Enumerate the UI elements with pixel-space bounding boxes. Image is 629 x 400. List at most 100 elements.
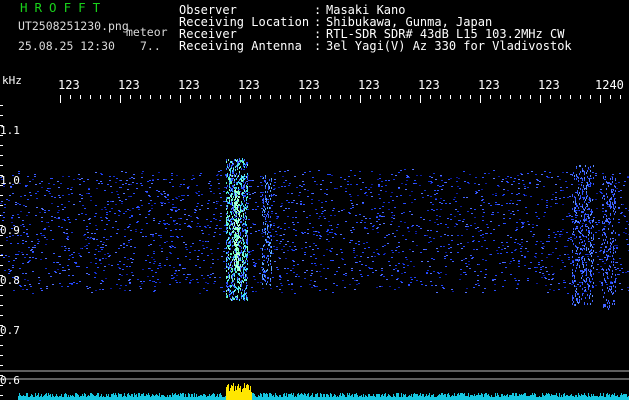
noise-dot: [536, 241, 538, 242]
meteor-echo: [228, 245, 229, 247]
noise-dot: [567, 293, 569, 294]
level-bar: [18, 383, 629, 400]
noise-dot: [61, 286, 63, 287]
meteor-echo: [236, 287, 237, 289]
meteor-echo: [574, 196, 575, 198]
meteor-echo: [603, 239, 604, 241]
noise-dot: [126, 245, 128, 246]
time-tick: [520, 95, 521, 99]
noise-dot: [217, 259, 219, 260]
meteor-echo: [270, 216, 271, 218]
noise-dot: [512, 203, 514, 204]
meteor-echo: [270, 260, 271, 262]
noise-dot: [405, 257, 407, 258]
meteor-echo: [269, 207, 270, 209]
meteor-echo: [247, 176, 248, 178]
noise-dot: [598, 230, 600, 231]
noise-dot: [23, 232, 25, 233]
noise-dot: [329, 232, 331, 233]
noise-dot: [381, 186, 383, 187]
noise-dot: [60, 183, 62, 184]
noise-dot: [381, 286, 383, 287]
noise-dot: [597, 264, 599, 265]
noise-dot: [138, 207, 140, 208]
noise-dot: [517, 200, 519, 201]
meteor-echo: [615, 274, 616, 276]
meteor-echo: [230, 190, 231, 192]
level-sample: [46, 393, 47, 400]
noise-dot: [107, 239, 109, 240]
level-sample: [584, 393, 585, 400]
noise-dot: [175, 280, 177, 281]
noise-dot: [27, 199, 29, 200]
time-tick: [100, 95, 101, 99]
noise-dot: [255, 263, 257, 264]
level-sample: [528, 396, 529, 400]
noise-dot: [1, 254, 3, 255]
noise-dot: [175, 207, 177, 208]
noise-dot: [349, 242, 351, 243]
noise-dot: [600, 250, 602, 251]
noise-dot: [102, 281, 104, 282]
level-sample: [340, 393, 341, 400]
noise-dot: [213, 202, 215, 203]
meteor-echo: [609, 222, 610, 224]
meteor-echo: [240, 227, 241, 229]
meteor-echo: [247, 268, 248, 270]
level-sample: [356, 393, 357, 400]
meteor-echo: [578, 260, 579, 262]
time-tick: [250, 95, 251, 99]
noise-dot: [100, 283, 102, 284]
meteor-echo: [575, 259, 576, 261]
meteor-echo: [581, 298, 582, 300]
noise-dot: [474, 271, 476, 272]
level-sample: [172, 393, 173, 400]
noise-dot: [121, 171, 123, 172]
level-sample: [306, 396, 307, 400]
level-sample: [372, 396, 373, 400]
meteor-echo: [246, 206, 247, 208]
level-sample: [376, 394, 377, 400]
noise-dot: [277, 217, 279, 218]
noise-dot: [407, 227, 409, 228]
noise-dot: [343, 238, 345, 239]
noise-dot: [448, 179, 450, 180]
noise-dot: [129, 210, 131, 211]
noise-dot: [514, 178, 516, 179]
noise-dot: [385, 180, 387, 181]
noise-dot: [432, 204, 434, 205]
noise-dot: [386, 279, 388, 280]
level-sample: [88, 395, 89, 400]
noise-dot: [319, 238, 321, 239]
meteor-echo: [610, 178, 611, 180]
noise-dot: [198, 250, 200, 251]
noise-dot: [255, 209, 257, 210]
meteor-echo: [269, 179, 270, 181]
meteor-echo: [582, 263, 583, 265]
noise-dot: [151, 270, 153, 271]
noise-dot: [159, 245, 161, 246]
noise-dot: [616, 247, 618, 248]
meteor-echo: [589, 295, 590, 297]
meteor-echo: [588, 208, 589, 210]
level-sample: [30, 396, 31, 400]
noise-dot: [353, 250, 355, 251]
noise-dot: [381, 181, 383, 182]
noise-dot: [543, 216, 545, 217]
noise-dot: [46, 288, 48, 289]
meteor-echo: [233, 205, 234, 207]
noise-dot: [166, 257, 168, 258]
noise-dot: [440, 236, 442, 237]
meteor-echo: [592, 300, 593, 302]
level-sample: [22, 396, 23, 400]
noise-dot: [350, 240, 352, 241]
noise-dot: [48, 273, 50, 274]
meteor-echo: [243, 247, 244, 249]
meteor-echo: [615, 239, 616, 241]
noise-dot: [521, 227, 523, 228]
noise-dot: [562, 229, 564, 230]
meteor-echo: [236, 265, 237, 267]
time-tick: [420, 95, 421, 103]
meteor-echo: [265, 175, 266, 177]
noise-dot: [552, 278, 554, 279]
